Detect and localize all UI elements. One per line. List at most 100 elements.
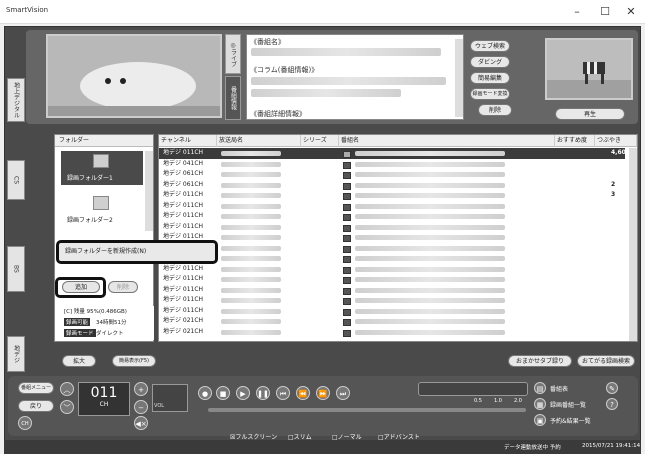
menu-button[interactable]: 番組メニュー	[18, 382, 54, 394]
table-row[interactable]: 地デジ 011CH	[159, 295, 625, 306]
channel-up-icon[interactable]: ︿	[60, 382, 74, 396]
rec-mode-convert-button[interactable]: 録画モード変換	[470, 88, 510, 100]
table-row[interactable]: 地デジ 011CH	[159, 201, 625, 212]
table-row[interactable]: 地デジ 011CH	[159, 306, 625, 317]
col-series[interactable]: シリーズ	[301, 135, 339, 147]
blurred-station	[221, 308, 281, 314]
blurred-program	[355, 266, 505, 272]
col-program[interactable]: 番組名	[339, 135, 555, 147]
info-scrollbar[interactable]	[455, 39, 463, 117]
tv-icon	[343, 245, 351, 253]
table-row[interactable]: 地デジ 041CH	[159, 159, 625, 170]
table-row[interactable]: 地デジ 011CH	[159, 264, 625, 275]
seek-bar[interactable]	[208, 408, 526, 412]
tab-live[interactable]: ◎ライブ	[225, 34, 241, 74]
table-row[interactable]: 地デジ 021CH	[159, 316, 625, 327]
folder-scrollbar[interactable]	[145, 151, 153, 231]
record-icon[interactable]: ●	[198, 386, 212, 400]
tab-program-info[interactable]: 番組情報	[225, 76, 241, 120]
new-folder-menu-item[interactable]: 録画フォルダーを新規作成(N)	[65, 246, 146, 255]
table-row[interactable]: 地デジ 011CH	[159, 285, 625, 296]
guide-icon[interactable]: ▤	[534, 382, 546, 394]
table-row[interactable]: 地デジ 011CH 4,60	[159, 148, 626, 159]
table-row[interactable]: 地デジ 011CH	[159, 274, 625, 285]
fast-forward-icon[interactable]: ⏩	[316, 386, 330, 400]
mute-icon[interactable]: ◀×	[134, 416, 148, 430]
blurred-text	[251, 48, 441, 56]
channel-down-icon[interactable]: ﹀	[60, 400, 74, 414]
tv-icon	[343, 235, 351, 242]
speed-scale[interactable]: 0.5 1.0 2.0	[474, 398, 530, 408]
rewind-icon[interactable]: ⏪	[296, 386, 310, 400]
simple-edit-button[interactable]: 簡易編集	[470, 72, 510, 84]
blurred-program	[355, 319, 505, 324]
folder-item[interactable]: 録画フォルダー2	[61, 193, 143, 227]
reserve-label[interactable]: 予約&結果一覧	[550, 416, 591, 425]
table-row[interactable]: 地デジ 011CH	[159, 222, 625, 233]
column-label: 《コラム(番組情報)》	[250, 66, 319, 74]
row-score: 2	[611, 180, 616, 188]
volume-down-icon[interactable]: −	[134, 400, 148, 414]
delete-folder-button[interactable]: 削除	[108, 281, 138, 293]
help-icon[interactable]: ?	[606, 398, 618, 410]
side-tab-terrestrial[interactable]: 地上デジタル	[7, 78, 25, 122]
easy-search-button[interactable]: おてがる録画検索	[577, 355, 635, 367]
tv-icon	[343, 298, 351, 305]
skip-back-icon[interactable]: ⏮	[276, 386, 290, 400]
control-bar: 番組メニュー 戻り ︿ ﹀ 011 CH + − VOL ● ■ ▶ ❚❚ ⏮ …	[8, 376, 638, 436]
program-info-box: 《番組名》 《コラム(番組情報)》 《番組詳細情報》	[246, 34, 464, 120]
skip-forward-icon[interactable]: ⏭	[336, 386, 350, 400]
table-row[interactable]: 地デジ 011CH	[159, 232, 625, 243]
dubbing-button[interactable]: ダビング	[470, 56, 510, 68]
delete-button[interactable]: 削除	[478, 104, 512, 116]
table-row[interactable]: 地デジ 021CH	[159, 327, 625, 338]
minimize-button[interactable]: –	[566, 4, 588, 20]
rec-time-label: 録画可能	[64, 318, 91, 326]
recorded-thumbnail[interactable]	[545, 38, 633, 100]
simple-view-button[interactable]: 簡易表示(F5)	[112, 355, 156, 367]
rec-mode-value: ダイレクト	[96, 331, 124, 337]
blurred-text	[251, 77, 446, 85]
blurred-station	[221, 319, 281, 324]
table-row[interactable]: 地デジ 011CH	[159, 243, 625, 254]
recording-list: チャンネル 放送局名 シリーズ 番組名 おすすめ度 つぶやき 地デジ 011CH…	[158, 134, 638, 342]
volume-up-icon[interactable]: +	[134, 382, 148, 396]
stop-icon[interactable]: ■	[216, 386, 230, 400]
table-row[interactable]: 地デジ 061CH 2	[159, 180, 625, 191]
row-channel: 地デジ 041CH	[163, 159, 204, 167]
blurred-station	[221, 245, 281, 251]
close-button[interactable]: ✕	[620, 4, 642, 20]
rec-list-icon[interactable]: ▦	[534, 398, 546, 410]
play-icon[interactable]: ▶	[236, 386, 250, 400]
volume-meter[interactable]: VOL	[152, 384, 188, 412]
ch-button[interactable]: CH	[18, 416, 32, 430]
play-button[interactable]: 再生	[555, 108, 625, 120]
blurred-station	[221, 287, 281, 293]
side-tab-cs[interactable]: CS	[7, 160, 25, 200]
col-tweets[interactable]: つぶやき	[595, 135, 637, 147]
rec-list-label[interactable]: 録画番組一覧	[550, 400, 586, 409]
list-scrollbar[interactable]	[629, 148, 637, 341]
table-row[interactable]: 地デジ 011CH	[159, 211, 625, 222]
pause-icon[interactable]: ❚❚	[256, 386, 270, 400]
web-search-button[interactable]: ウェブ検索	[470, 40, 510, 52]
table-row[interactable]: 地デジ 011CH	[159, 253, 625, 264]
reserve-icon[interactable]: ▣	[534, 414, 546, 426]
guide-label[interactable]: 番組表	[550, 384, 568, 393]
table-row[interactable]: 地デジ 011CH 3	[159, 190, 625, 201]
live-preview-image[interactable]	[46, 34, 222, 118]
maximize-button[interactable]: ☐	[594, 4, 616, 20]
back-button[interactable]: 戻り	[18, 400, 54, 412]
tv-icon	[343, 214, 351, 221]
col-channel[interactable]: チャンネル	[159, 135, 217, 147]
blurred-station	[221, 182, 281, 188]
zoom-button[interactable]: 拡大	[62, 355, 96, 367]
edit-icon[interactable]: ✎	[606, 382, 618, 394]
col-station[interactable]: 放送局名	[217, 135, 301, 147]
table-row[interactable]: 地デジ 061CH	[159, 169, 625, 180]
folder-item-selected[interactable]: 録画フォルダー1	[61, 151, 143, 185]
col-recommend[interactable]: おすすめ度	[555, 135, 595, 147]
omakase-button[interactable]: おまかせタブ録り	[508, 355, 572, 367]
side-tab-digital[interactable]: 地デジ	[7, 336, 25, 372]
side-tab-bs[interactable]: BS	[7, 246, 25, 292]
